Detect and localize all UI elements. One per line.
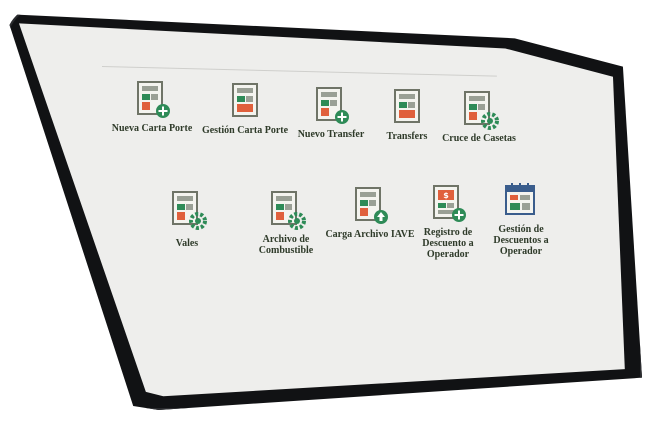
document-icon (232, 83, 258, 117)
svg-text:$: $ (443, 191, 449, 200)
document-plus-icon (316, 87, 349, 124)
document-discount-plus-icon: $ (433, 185, 466, 222)
app-label: Cruce de Casetas (442, 133, 516, 144)
document-gear-icon (271, 191, 306, 230)
app-nueva-carta-porte[interactable]: Nueva Carta Porte (105, 80, 199, 134)
app-label: Gestión Carta Porte (201, 125, 289, 136)
app-label: Vales (175, 238, 199, 249)
app-label: Nueva Carta Porte (111, 123, 193, 134)
app-gestion-de-descuentos-a-operador[interactable]: Gestión de Descuentos a Operador (474, 181, 568, 257)
app-label: Archivo de Combustible (258, 234, 314, 256)
app-gestion-carta-porte[interactable]: Gestión Carta Porte (198, 82, 292, 136)
document-upload-icon (355, 187, 388, 224)
document-gear-icon (172, 191, 207, 230)
app-vales[interactable]: Vales (140, 190, 234, 249)
app-label: Gestión de Descuentos a Operador (493, 224, 549, 257)
tablet-screen: Nueva Carta Porte Gestión Carta Porte Nu… (18, 23, 625, 397)
document-gear-icon (464, 91, 499, 130)
header-divider (101, 66, 497, 77)
app-archivo-de-combustible[interactable]: Archivo de Combustible (239, 190, 333, 256)
document-icon (394, 89, 420, 123)
calendar-discount-icon (505, 183, 535, 215)
document-plus-icon (137, 81, 170, 118)
app-cruce-de-casetas[interactable]: Cruce de Casetas (432, 90, 526, 144)
